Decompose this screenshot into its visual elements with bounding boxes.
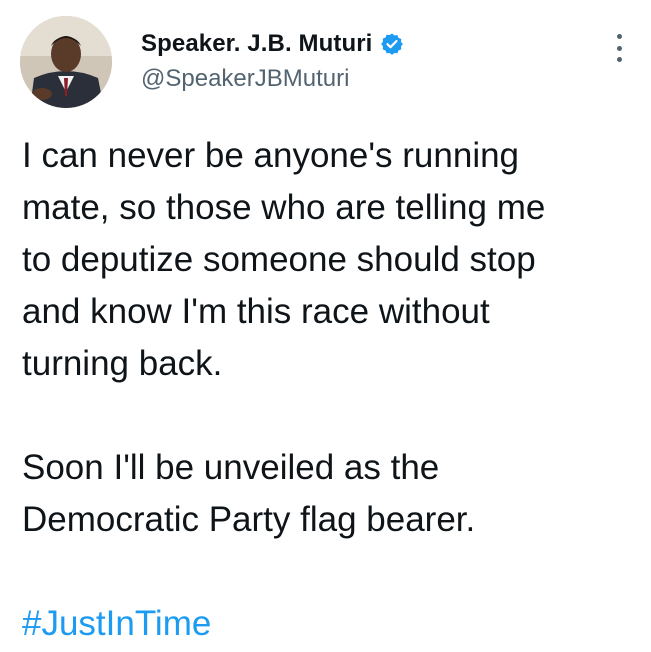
more-dot	[616, 34, 622, 39]
name-row: Speaker. J.B. Muturi	[141, 27, 404, 61]
author-info: Speaker. J.B. Muturi @SpeakerJBMuturi	[141, 27, 404, 93]
hashtag-link[interactable]: #JustInTime	[22, 598, 637, 650]
tweet-paragraph-2: Soon I'll be unveiled as the Democratic …	[22, 442, 637, 546]
more-dot	[616, 45, 622, 51]
tweet-text: I can never be anyone's running mate, so…	[22, 130, 637, 650]
tweet-line: Soon I'll be unveiled as the	[22, 448, 440, 487]
verified-badge-icon	[381, 33, 404, 55]
tweet-line: Democratic Party flag bearer.	[22, 500, 476, 539]
tweet-line: to deputize someone should stop	[22, 240, 536, 279]
avatar[interactable]	[20, 16, 112, 108]
tweet-line: I can never be anyone's running	[22, 136, 520, 175]
tweet-paragraph-1: I can never be anyone's running mate, so…	[22, 130, 637, 390]
avatar-image	[20, 16, 112, 108]
tweet-line: turning back.	[22, 344, 223, 383]
tweet-card: Speaker. J.B. Muturi @SpeakerJBMuturi I …	[0, 0, 651, 652]
more-dot	[616, 57, 622, 62]
tweet-line: and know I'm this race without	[22, 292, 490, 331]
display-name[interactable]: Speaker. J.B. Muturi	[141, 30, 372, 58]
more-options-icon[interactable]	[615, 34, 623, 62]
tweet-line: mate, so those who are telling me	[22, 188, 546, 227]
handle[interactable]: @SpeakerJBMuturi	[141, 65, 404, 93]
